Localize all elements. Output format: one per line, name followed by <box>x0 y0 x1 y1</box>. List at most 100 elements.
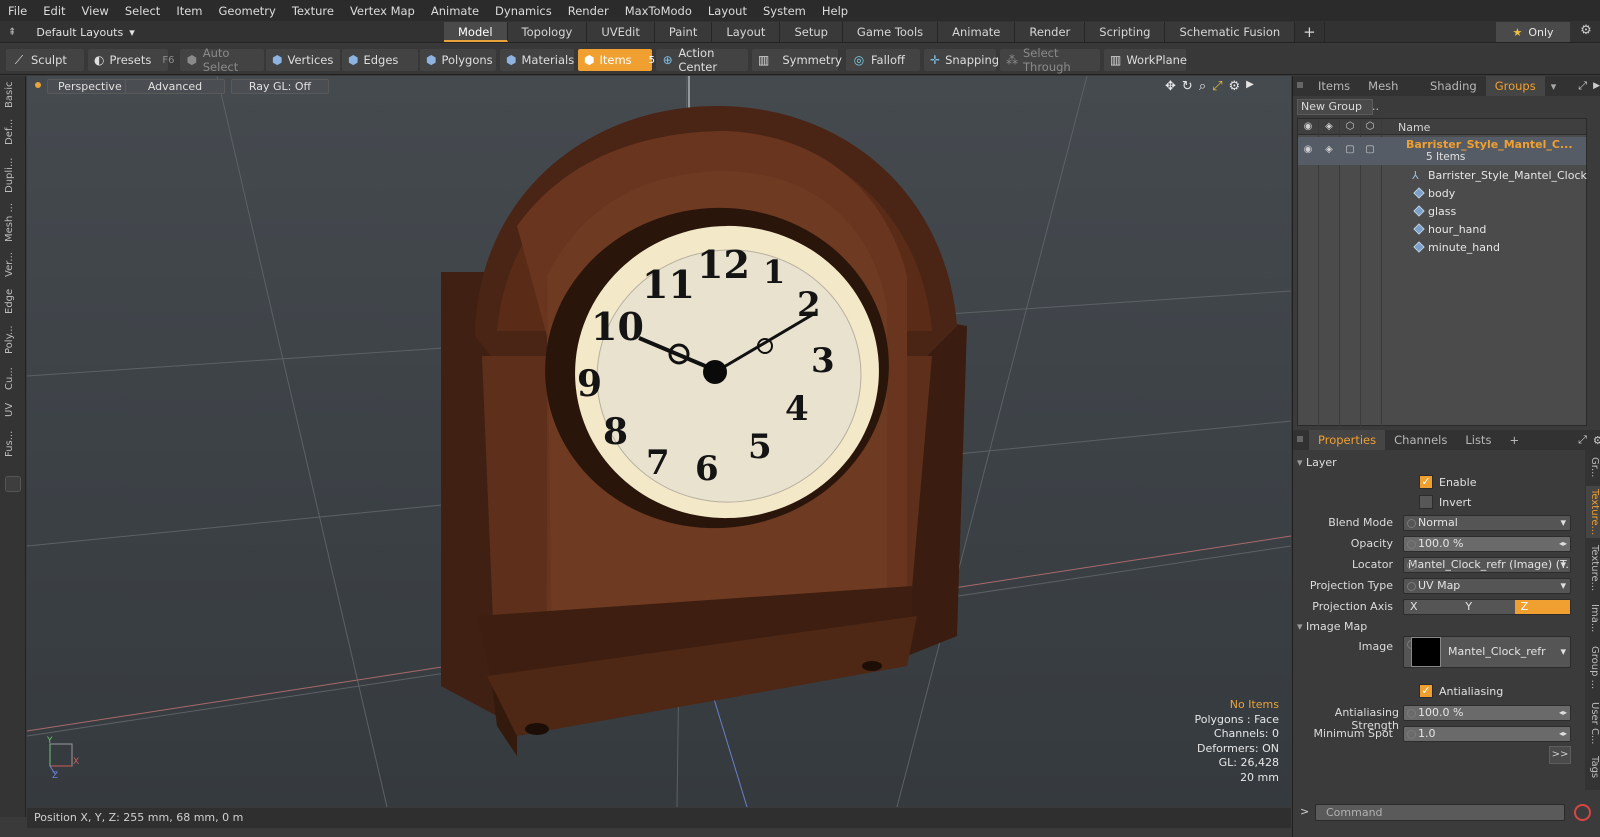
axis-y-option[interactable]: Y <box>1459 600 1514 614</box>
list-item[interactable]: hour_hand <box>1298 221 1586 239</box>
render-header-icon[interactable]: ◈ <box>1320 120 1338 134</box>
group-row[interactable]: ◉ ◈ ▢ ▢ Barrister_Style_Mantel_C... 5 It… <box>1298 137 1586 165</box>
locator-select[interactable]: Mantel_Clock_refr (Image) (T... <box>1403 557 1571 573</box>
action-center-button[interactable]: ⊕ Action Center <box>656 46 748 74</box>
menu-geometry[interactable]: Geometry <box>211 4 284 18</box>
image-map-section[interactable]: Image Map <box>1297 620 1367 633</box>
tab-lists[interactable]: Lists <box>1456 430 1500 450</box>
snapping-button[interactable]: ✛ Snapping <box>924 49 999 71</box>
vtab-user-channels[interactable]: User C... <box>1586 698 1600 748</box>
menu-render[interactable]: Render <box>560 4 617 18</box>
fit-view-icon[interactable]: ⤢ <box>1212 79 1222 94</box>
panel-arrow-icon[interactable]: ▶ <box>1593 81 1600 91</box>
select-header-icon[interactable]: ⬡ <box>1361 120 1379 134</box>
menu-texture[interactable]: Texture <box>284 4 342 18</box>
left-tab-curve[interactable]: Cu... <box>4 364 22 394</box>
advanced-button[interactable]: Advanced <box>125 79 225 94</box>
symmetry-button[interactable]: ▥ Symmetry <box>752 49 842 71</box>
menu-dynamics[interactable]: Dynamics <box>487 4 560 18</box>
tab-render[interactable]: Render <box>1015 22 1086 42</box>
command-input[interactable]: Command <box>1315 804 1565 821</box>
layer-section[interactable]: Layer <box>1297 456 1337 469</box>
menu-view[interactable]: View <box>74 4 117 18</box>
projection-type-select[interactable]: UV Map <box>1403 578 1571 594</box>
menu-item[interactable]: Item <box>168 4 210 18</box>
min-spot-field[interactable]: 1.0 <box>1403 726 1571 742</box>
menu-edit[interactable]: Edit <box>35 4 73 18</box>
workplane-button[interactable]: ▥ WorkPlane <box>1104 49 1187 71</box>
menu-vertex-map[interactable]: Vertex Map <box>342 4 423 18</box>
menu-layout[interactable]: Layout <box>700 4 755 18</box>
add-props-tab-button[interactable]: + <box>1500 430 1528 450</box>
presets-button[interactable]: ◐ Presets F6 <box>88 49 174 71</box>
tab-schematic-fusion[interactable]: Schematic Fusion <box>1165 22 1296 42</box>
left-strip-toggle[interactable] <box>5 476 21 492</box>
tab-model[interactable]: Model <box>444 22 508 42</box>
expand-icon[interactable]: ⤢ <box>1578 79 1587 93</box>
falloff-button[interactable]: ◎ Falloff <box>846 49 920 71</box>
zoom-view-icon[interactable]: ⌕ <box>1199 79 1206 94</box>
polygons-button[interactable]: ⬢ Polygons <box>420 49 496 71</box>
tab-setup[interactable]: Setup <box>780 22 843 42</box>
axis-z-option[interactable]: Z <box>1514 600 1570 614</box>
tab-scripting[interactable]: Scripting <box>1085 22 1166 42</box>
more-button[interactable]: >> <box>1549 746 1571 764</box>
left-tab-deform[interactable]: Def... <box>4 114 22 150</box>
opacity-field[interactable]: 100.0 % <box>1403 536 1571 552</box>
render-icon[interactable]: ◈ <box>1320 143 1338 157</box>
aa-strength-field[interactable]: 100.0 % <box>1403 705 1571 721</box>
edges-button[interactable]: ⬢ Edges 2 <box>342 49 430 71</box>
left-tab-fusion[interactable]: Fus... <box>4 426 22 462</box>
items-button[interactable]: ⬢ Items 5 <box>578 49 655 71</box>
viewport-arrow-icon[interactable]: ▶ <box>1246 79 1254 94</box>
name-column-header[interactable]: Name <box>1398 121 1430 134</box>
left-tab-uv[interactable]: UV <box>4 398 22 422</box>
lock-icon[interactable]: ▢ <box>1341 143 1359 157</box>
props-expand-icon[interactable]: ⤢ <box>1578 433 1587 447</box>
left-tab-polygon[interactable]: Poly... <box>4 320 22 360</box>
tab-uvedit[interactable]: UVEdit <box>587 22 655 42</box>
vtab-texture[interactable]: Texture... <box>1586 542 1600 594</box>
rotate-view-icon[interactable]: ↻ <box>1182 79 1193 94</box>
left-tab-vertex[interactable]: Ver... <box>4 248 22 282</box>
record-icon[interactable] <box>1574 804 1591 821</box>
panel-tabs-dropdown-icon[interactable]: ▾ <box>1551 80 1557 93</box>
left-tab-edge[interactable]: Edge <box>4 286 22 316</box>
left-tab-basic[interactable]: Basic <box>4 80 22 110</box>
antialiasing-checkbox[interactable]: ✓ <box>1419 684 1433 698</box>
sculpt-button[interactable]: ⟋ Sculpt <box>6 49 84 71</box>
tab-topology[interactable]: Topology <box>507 22 588 42</box>
list-item[interactable]: ⅄ Barrister_Style_Mantel_Clock <box>1298 167 1587 185</box>
move-view-icon[interactable]: ✥ <box>1165 79 1176 94</box>
vtab-image[interactable]: Ima... <box>1586 598 1600 638</box>
add-tab-button[interactable]: + <box>1295 22 1325 42</box>
gear-icon[interactable]: ⚙ <box>1576 23 1596 41</box>
select-through-button[interactable]: ⁂ Select Through <box>1000 46 1100 74</box>
list-item[interactable]: minute_hand <box>1298 239 1586 257</box>
layout-dropdown[interactable]: ⇞ Default Layouts ▾ <box>8 24 135 41</box>
menu-maxtomodo[interactable]: MaxToModo <box>617 4 700 18</box>
invert-checkbox[interactable] <box>1419 495 1433 509</box>
panel-tab-items[interactable]: Items <box>1309 76 1359 96</box>
panel-tab-mesh[interactable]: Mesh ... <box>1359 76 1421 113</box>
raygl-button[interactable]: Ray GL: Off <box>231 79 329 94</box>
materials-button[interactable]: ⬢ Materials <box>500 49 574 71</box>
panel-tab-shading[interactable]: Shading <box>1421 76 1486 96</box>
vtab-group-2[interactable]: Group ... <box>1586 642 1600 694</box>
list-item[interactable]: glass <box>1298 203 1586 221</box>
viewport-gear-icon[interactable]: ⚙ <box>1229 79 1241 94</box>
axis-x-option[interactable]: X <box>1404 600 1459 614</box>
left-tab-mesh[interactable]: Mesh ... <box>4 200 22 244</box>
menu-system[interactable]: System <box>755 4 814 18</box>
panel-tab-groups[interactable]: Groups <box>1485 76 1545 96</box>
vtab-tags[interactable]: Tags <box>1586 752 1600 782</box>
tab-channels[interactable]: Channels <box>1385 430 1456 450</box>
select-icon[interactable]: ▢ <box>1361 143 1379 157</box>
tab-paint[interactable]: Paint <box>654 22 713 42</box>
blend-mode-select[interactable]: Normal <box>1403 515 1571 531</box>
tab-game-tools[interactable]: Game Tools <box>842 22 939 42</box>
tab-layout[interactable]: Layout <box>712 22 781 42</box>
menu-animate[interactable]: Animate <box>423 4 487 18</box>
only-button[interactable]: ★ Only <box>1496 22 1570 42</box>
vertices-button[interactable]: ⬢ Vertices 1 <box>266 49 351 71</box>
